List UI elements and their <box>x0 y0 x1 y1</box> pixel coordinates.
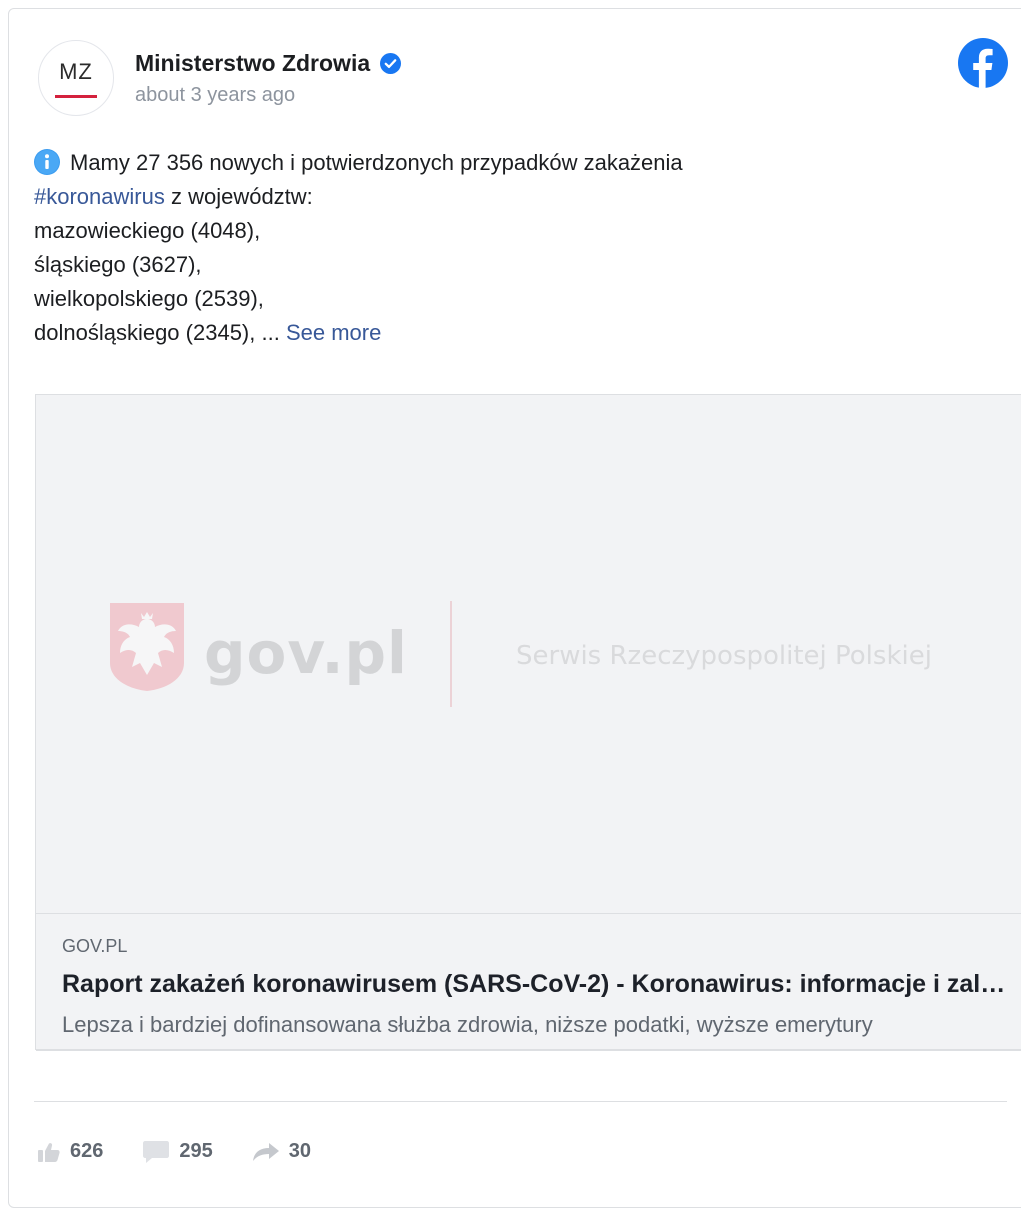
likes-stat[interactable]: 626 <box>38 1140 103 1163</box>
post-text-line-6: dolnośląskiego (2345), ... <box>34 320 286 345</box>
stats-divider <box>34 1101 1007 1102</box>
polish-eagle-emblem-icon <box>110 603 184 691</box>
post-text-line-3: mazowieckiego (4048), <box>34 218 261 243</box>
comments-count: 295 <box>179 1140 213 1162</box>
gov-logo-divider <box>450 601 452 707</box>
post-text-line-2: z województw: <box>164 184 313 209</box>
link-preview-footer[interactable]: GOV.PL Raport zakażeń koronawirusem (SAR… <box>36 913 1021 1051</box>
avatar[interactable]: MZ <box>38 40 114 116</box>
author-name-row: Ministerstwo Zdrowia <box>135 50 402 77</box>
post-text: Mamy 27 356 nowych i potwierdzonych przy… <box>34 146 1009 350</box>
link-preview-image[interactable]: gov.pl Serwis Rzeczypospolitej Polskiej <box>36 395 1021 913</box>
facebook-logo-icon[interactable] <box>958 38 1008 88</box>
likes-count: 626 <box>70 1140 104 1162</box>
avatar-flag-bar <box>55 95 97 98</box>
avatar-initials: MZ <box>59 59 93 84</box>
author-name[interactable]: Ministerstwo Zdrowia <box>135 50 370 77</box>
comments-stat[interactable]: 295 <box>143 1140 213 1163</box>
post-text-line: #koronawirus z województw: <box>34 180 1009 214</box>
post-text-line: dolnośląskiego (2345), ... See more <box>34 316 1009 350</box>
link-preview-title[interactable]: Raport zakażeń koronawirusem (SARS-CoV-2… <box>62 970 1010 999</box>
post-text-line-1: Mamy 27 356 nowych i potwierdzonych przy… <box>70 150 683 175</box>
gov-pl-brand: gov.pl <box>204 619 408 687</box>
shares-stat[interactable]: 30 <box>252 1140 311 1163</box>
post-text-line-5: wielkopolskiego (2539), <box>34 286 264 311</box>
hashtag-link[interactable]: #koronawirus <box>34 184 165 209</box>
share-arrow-icon <box>252 1142 279 1161</box>
see-more-link[interactable]: See more <box>286 320 381 345</box>
link-preview-domain: GOV.PL <box>62 936 128 956</box>
post-text-line: Mamy 27 356 nowych i potwierdzonych przy… <box>34 146 1009 180</box>
engagement-stats: 626 295 30 <box>38 1140 351 1163</box>
post-text-line-4: śląskiego (3627), <box>34 252 202 277</box>
gov-pl-logo: gov.pl Serwis Rzeczypospolitej Polskiej <box>108 601 988 711</box>
post-timestamp[interactable]: about 3 years ago <box>135 84 295 107</box>
link-preview-description: Lepsza i bardziej dofinansowana służba z… <box>62 1012 873 1037</box>
verified-badge-icon <box>380 53 402 74</box>
info-icon <box>34 149 60 175</box>
gov-pl-tagline: Serwis Rzeczypospolitej Polskiej <box>516 641 932 671</box>
thumbs-up-icon <box>38 1142 60 1162</box>
comment-icon <box>143 1140 170 1163</box>
link-preview[interactable]: gov.pl Serwis Rzeczypospolitej Polskiej … <box>35 394 1021 1051</box>
shares-count: 30 <box>288 1140 311 1162</box>
